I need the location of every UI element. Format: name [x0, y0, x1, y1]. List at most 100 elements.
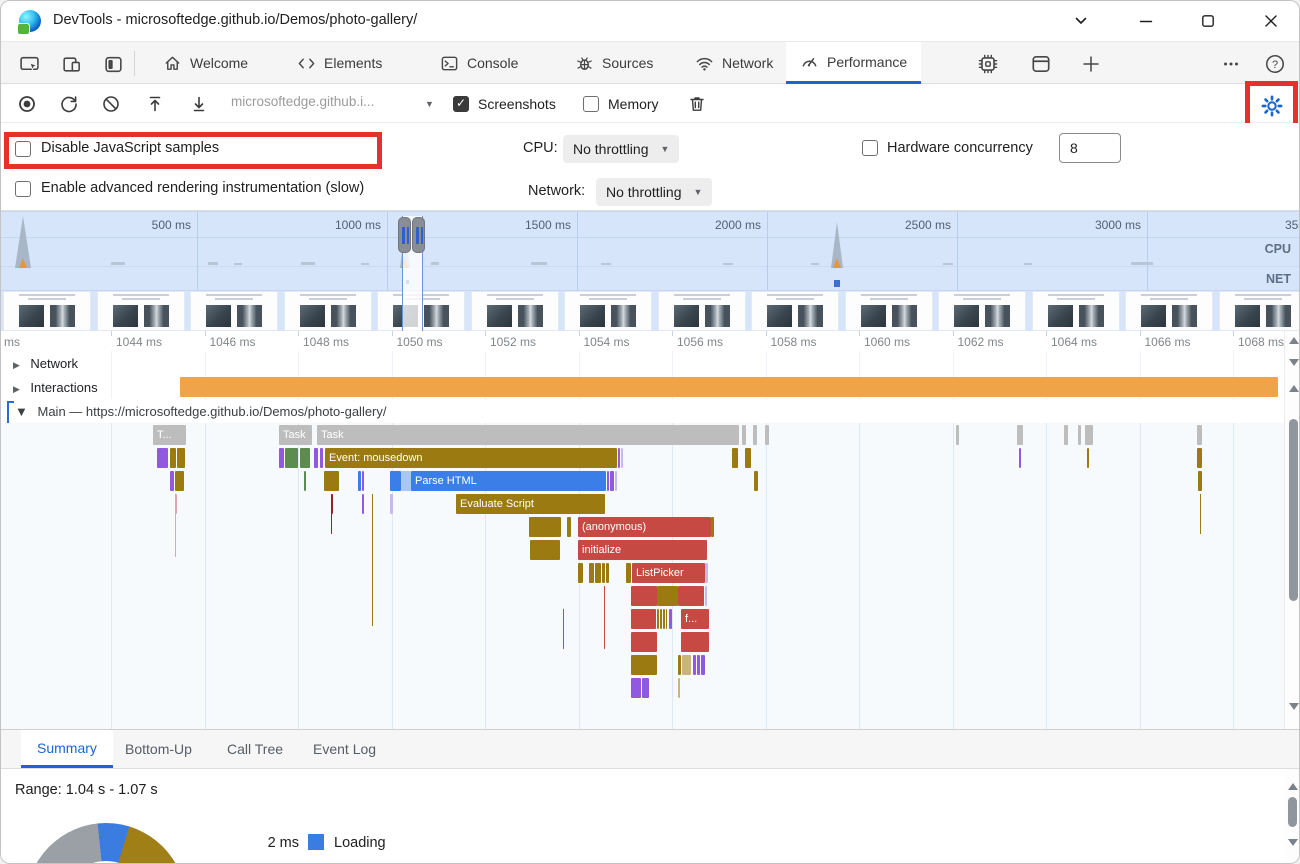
record-button[interactable] — [15, 92, 39, 116]
flame-block[interactable] — [642, 678, 649, 698]
inspect-element-icon[interactable] — [17, 52, 41, 76]
flame-block[interactable] — [618, 448, 620, 468]
flame-block[interactable] — [1087, 448, 1089, 468]
flame-block[interactable] — [732, 448, 738, 468]
flame-scroll-up-icon[interactable] — [1289, 385, 1299, 392]
flame-block-listpicker[interactable]: ListPicker — [632, 563, 705, 583]
interaction-bar[interactable] — [180, 377, 1278, 397]
flame-block[interactable] — [314, 448, 318, 468]
flame-block[interactable] — [1085, 425, 1093, 445]
flame-block[interactable] — [1198, 471, 1202, 491]
flame-block[interactable] — [362, 494, 364, 514]
flame-block[interactable] — [175, 471, 184, 491]
tab-sources[interactable]: Sources — [561, 42, 667, 84]
track-main-header[interactable]: ▼ Main — https://microsoftedge.github.io… — [1, 399, 1284, 423]
flame-block[interactable] — [324, 471, 339, 491]
summary-scroll-down-icon[interactable] — [1288, 839, 1298, 846]
more-options-icon[interactable] — [1219, 52, 1243, 76]
trash-icon[interactable] — [685, 92, 709, 116]
flame-block[interactable] — [1019, 448, 1021, 468]
add-panel-icon[interactable] — [1079, 52, 1103, 76]
flame-block-task[interactable]: Task — [279, 425, 312, 445]
summary-scrollbar[interactable] — [1284, 769, 1300, 864]
flame-block[interactable] — [1017, 425, 1023, 445]
memory-checkbox[interactable] — [583, 96, 599, 112]
filmstrip-frame[interactable] — [1219, 291, 1300, 331]
history-dropdown-caret-icon[interactable]: ▼ — [425, 99, 434, 109]
flame-block[interactable] — [390, 471, 401, 491]
flame-block[interactable] — [390, 494, 393, 514]
flame-block[interactable] — [170, 448, 176, 468]
save-profile-icon[interactable] — [187, 92, 211, 116]
flame-block[interactable] — [745, 448, 751, 468]
flame-block[interactable] — [300, 448, 310, 468]
flame-block[interactable] — [753, 425, 757, 445]
flame-scroll-down-icon[interactable] — [1289, 703, 1299, 710]
flame-scroll-thumb[interactable] — [1289, 419, 1298, 601]
flame-block[interactable] — [669, 609, 672, 629]
flame-block[interactable] — [1064, 425, 1068, 445]
flame-block[interactable] — [610, 471, 614, 491]
flame-block[interactable] — [663, 609, 665, 629]
hardware-concurrency-input[interactable]: 8 — [1059, 133, 1121, 163]
load-profile-icon[interactable] — [143, 92, 167, 116]
track-interactions-expander[interactable]: ▶ Interactions — [13, 379, 98, 397]
flame-block-f[interactable]: f... — [681, 609, 709, 629]
flame-block[interactable] — [1197, 448, 1202, 468]
flame-block[interactable] — [1078, 425, 1081, 445]
filmstrip-frame[interactable] — [1125, 291, 1213, 331]
flame-block[interactable] — [678, 586, 704, 606]
history-dropdown[interactable]: microsoftedge.github.i... — [231, 94, 403, 109]
tab-event-log[interactable]: Event Log — [297, 730, 392, 768]
summary-scroll-up-icon[interactable] — [1288, 783, 1298, 790]
flame-block[interactable] — [358, 471, 361, 491]
flame-block[interactable] — [529, 517, 561, 537]
tab-performance[interactable]: Performance — [786, 42, 921, 84]
flame-block[interactable] — [304, 471, 306, 491]
flame-block[interactable] — [607, 471, 609, 491]
flame-chart[interactable]: T...TaskTaskEvent: mousedownParse HTMLEv… — [1, 423, 1284, 729]
filmstrip-frame[interactable] — [3, 291, 91, 331]
filmstrip-frame[interactable] — [751, 291, 839, 331]
flame-block[interactable] — [320, 448, 323, 468]
advanced-rendering-checkbox[interactable] — [15, 181, 31, 197]
dock-chevron-button[interactable] — [1066, 6, 1096, 36]
filmstrip-frame[interactable] — [658, 291, 746, 331]
flame-block[interactable] — [631, 655, 657, 675]
flame-block[interactable] — [678, 655, 681, 675]
flame-block[interactable] — [678, 678, 680, 698]
filmstrip-frame[interactable] — [938, 291, 1026, 331]
flame-block[interactable] — [742, 425, 746, 445]
flame-block[interactable] — [631, 586, 657, 606]
minimize-button[interactable] — [1131, 6, 1161, 36]
flame-block[interactable] — [681, 632, 709, 652]
flame-block[interactable] — [157, 448, 168, 468]
device-emulation-icon[interactable] — [59, 52, 83, 76]
activity-bar-panel-icon[interactable] — [101, 52, 125, 76]
chart-scrollbar[interactable] — [1284, 331, 1300, 729]
flame-block[interactable] — [285, 448, 298, 468]
flame-block-event-mousedown[interactable]: Event: mousedown — [325, 448, 617, 468]
flame-block[interactable] — [705, 586, 707, 606]
close-button[interactable] — [1256, 6, 1286, 36]
flame-block[interactable] — [631, 632, 657, 652]
tab-call-tree[interactable]: Call Tree — [211, 730, 299, 768]
flame-block-parse-html[interactable]: Parse HTML — [411, 471, 606, 491]
tab-network[interactable]: Network — [681, 42, 787, 84]
flame-block-evaluate-script[interactable]: Evaluate Script — [456, 494, 605, 514]
filmstrip-frame[interactable] — [845, 291, 933, 331]
scroll-down-icon[interactable] — [1289, 359, 1299, 366]
flame-block[interactable] — [401, 471, 411, 491]
flame-block[interactable] — [701, 655, 705, 675]
flame-block[interactable] — [657, 586, 678, 606]
flame-block[interactable] — [578, 563, 583, 583]
flame-block[interactable] — [711, 517, 714, 537]
flame-block[interactable] — [530, 540, 560, 560]
flame-block[interactable] — [602, 563, 605, 583]
summary-scroll-thumb[interactable] — [1288, 797, 1297, 827]
flame-block[interactable] — [621, 448, 623, 468]
flame-block[interactable] — [660, 609, 662, 629]
flame-block[interactable] — [657, 609, 659, 629]
flame-block[interactable] — [956, 425, 959, 445]
flame-block[interactable] — [697, 655, 700, 675]
